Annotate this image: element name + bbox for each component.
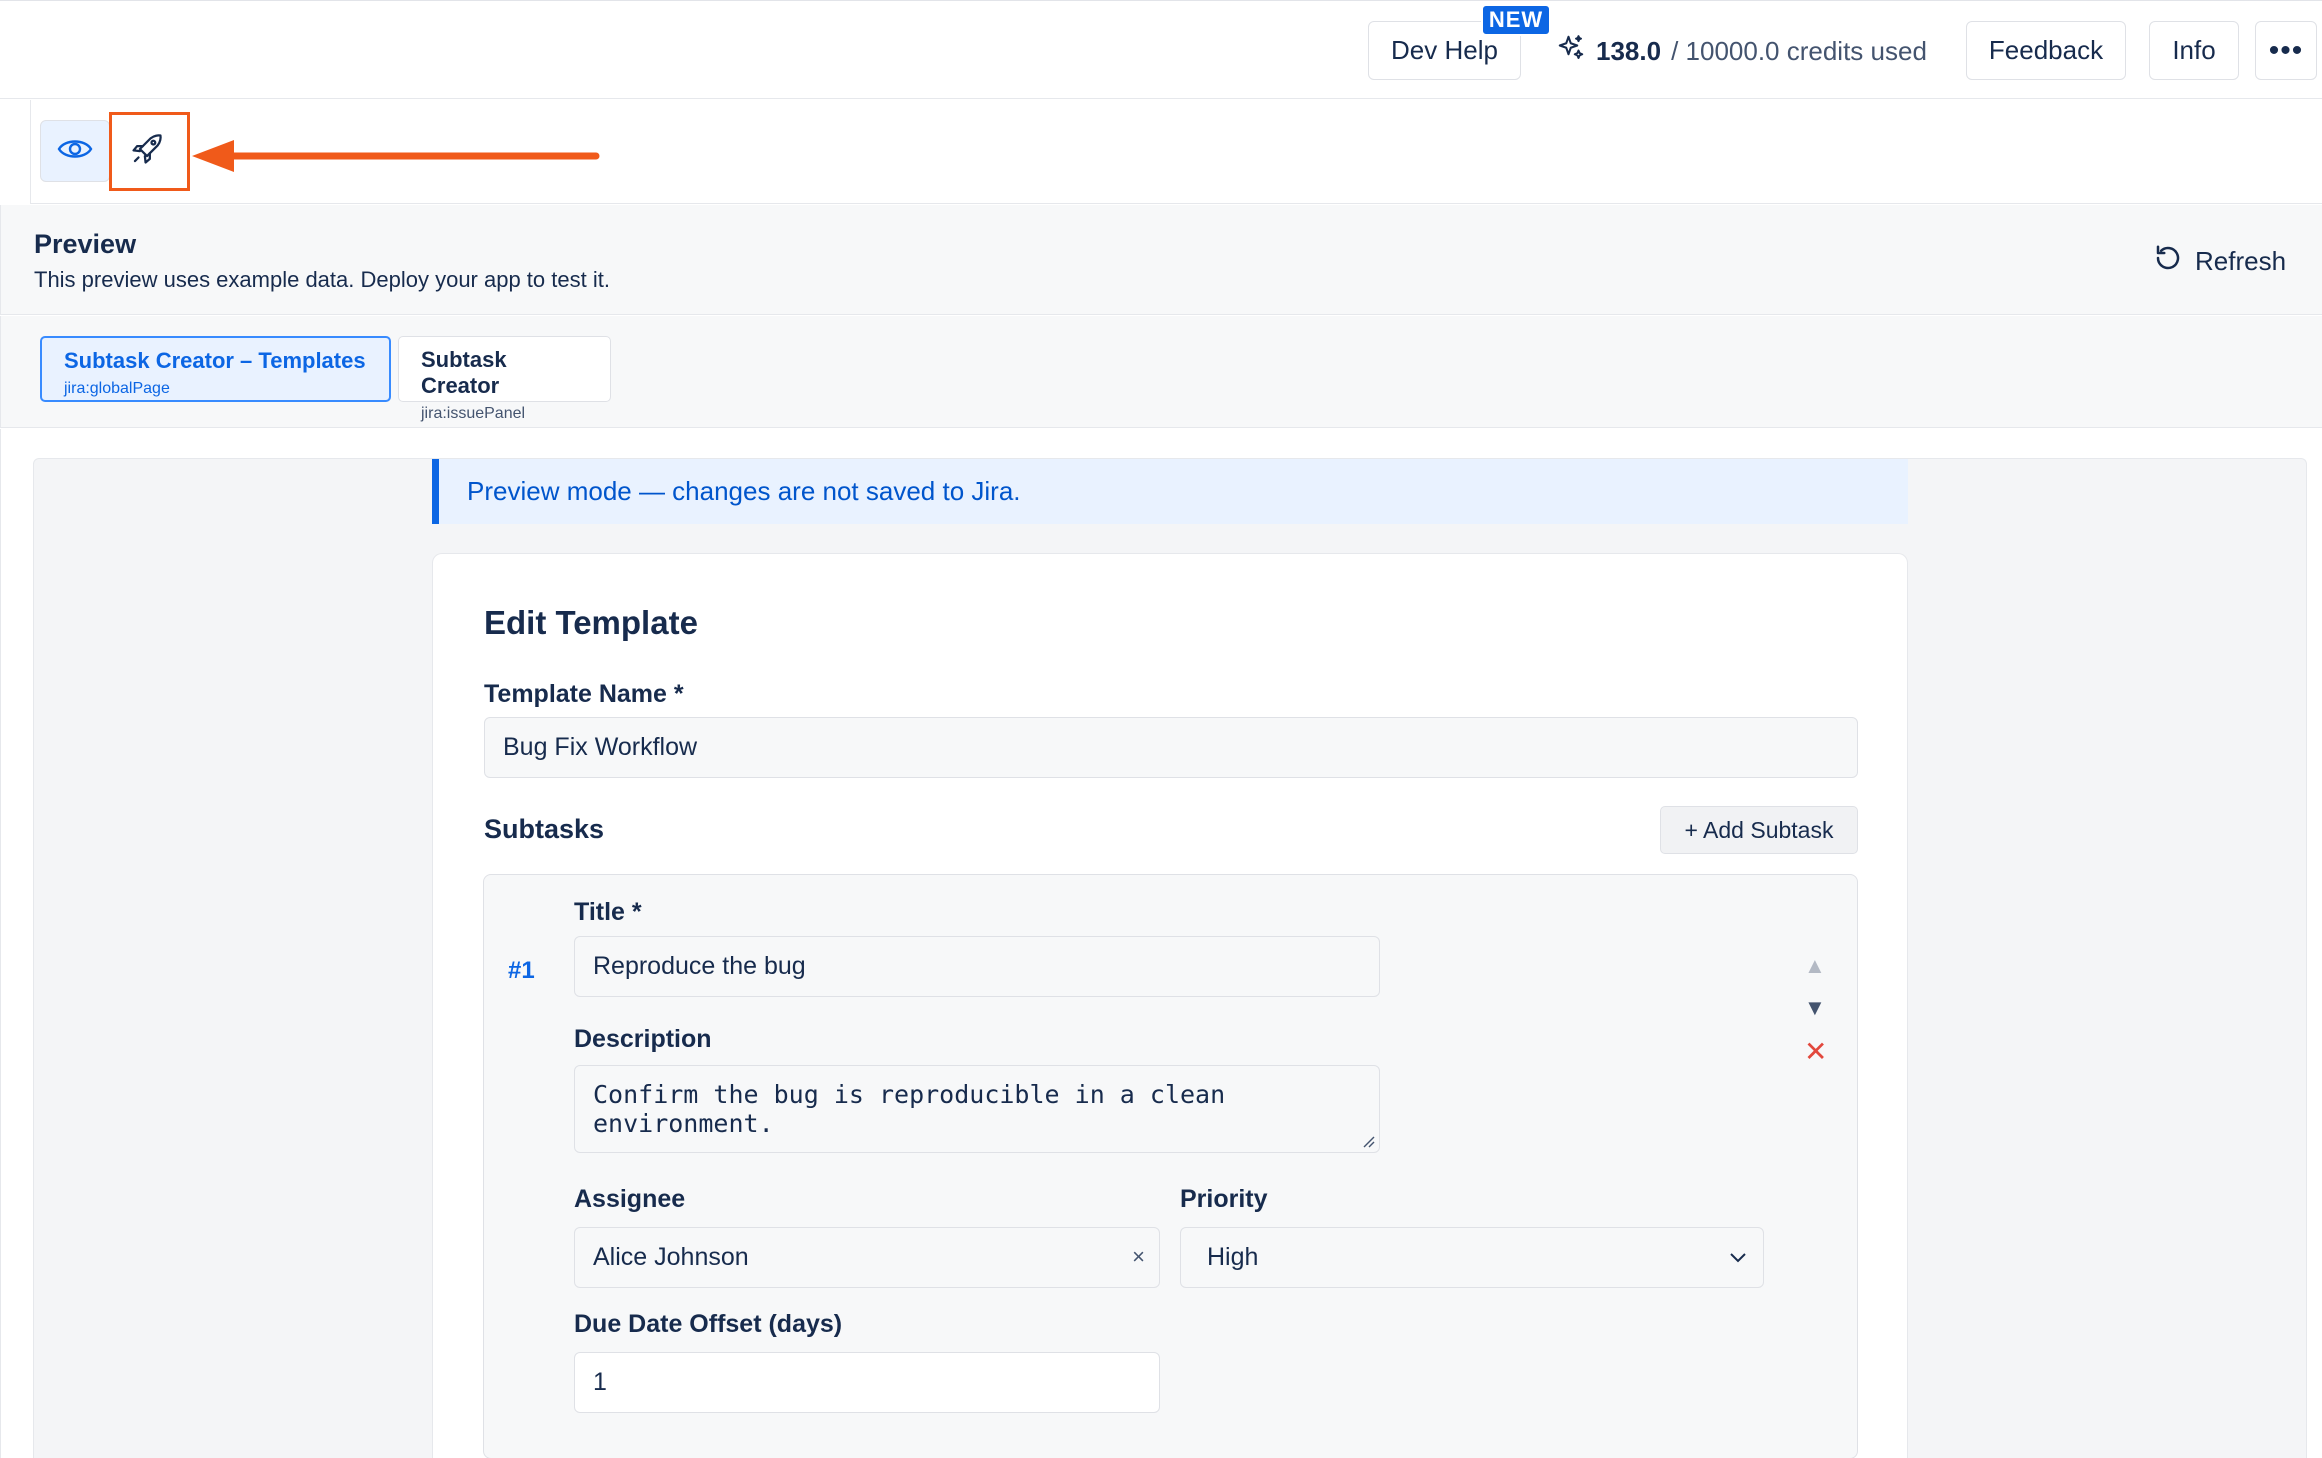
tab-module-key: jira:issuePanel xyxy=(421,405,526,422)
card-title: Edit Template xyxy=(484,604,698,641)
preview-mode-banner: Preview mode — changes are not saved to … xyxy=(432,459,1908,524)
move-up-icon[interactable]: ▲ xyxy=(1804,953,1826,979)
tab-label: Subtask Creator xyxy=(421,347,507,398)
add-subtask-button[interactable]: + Add Subtask xyxy=(1660,806,1858,854)
info-button[interactable]: Info xyxy=(2149,21,2239,80)
sparkle-icon xyxy=(1556,33,1586,70)
priority-select[interactable]: High xyxy=(1180,1227,1764,1288)
more-options-button[interactable]: ••• xyxy=(2255,21,2317,80)
priority-value: High xyxy=(1207,1243,1259,1271)
feedback-button[interactable]: Feedback xyxy=(1966,21,2126,80)
eye-icon xyxy=(57,136,93,167)
preview-title: Preview xyxy=(34,229,137,259)
feedback-label: Feedback xyxy=(1988,35,2104,65)
subtask-title-input[interactable]: Reproduce the bug xyxy=(574,936,1380,997)
deploy-highlight-box xyxy=(109,112,190,191)
chevron-down-icon xyxy=(1730,1253,1746,1263)
remove-subtask-icon[interactable]: ✕ xyxy=(1804,1035,1827,1068)
refresh-label: Refresh xyxy=(2195,246,2287,276)
top-bar: Dev Help NEW 138.0 / 10000.0 credits use… xyxy=(0,0,2322,99)
tab-label: Subtask Creator – Templates xyxy=(64,348,366,373)
edit-template-card: Edit Template Template Name * Bug Fix Wo… xyxy=(432,553,1908,1458)
assignee-select[interactable]: Alice Johnson × xyxy=(574,1227,1160,1288)
clear-assignee-icon[interactable]: × xyxy=(1132,1244,1145,1270)
refresh-icon xyxy=(2153,243,2183,280)
assignee-value: Alice Johnson xyxy=(593,1243,749,1271)
subtask-title-label: Title * xyxy=(574,898,642,926)
resize-handle-icon[interactable] xyxy=(1361,1134,1375,1148)
template-name-value: Bug Fix Workflow xyxy=(503,733,698,761)
subtask-number: #1 xyxy=(508,957,535,984)
more-icon: ••• xyxy=(2268,33,2304,67)
move-down-icon[interactable]: ▼ xyxy=(1804,995,1826,1021)
tab-global-page[interactable]: Subtask Creator – Templates jira:globalP… xyxy=(40,336,391,402)
description-label: Description xyxy=(574,1025,712,1053)
template-name-input[interactable]: Bug Fix Workflow xyxy=(484,717,1858,778)
subtask-title-value: Reproduce the bug xyxy=(593,952,806,980)
add-subtask-label: + Add Subtask xyxy=(1684,816,1834,843)
tab-issue-panel[interactable]: Subtask Creator jira:issuePanel xyxy=(398,336,611,422)
credits-indicator: 138.0 / 10000.0 credits used xyxy=(1556,31,1927,71)
description-textarea[interactable]: Confirm the bug is reproducible in a cle… xyxy=(574,1065,1380,1153)
due-offset-input[interactable]: 1 xyxy=(574,1352,1160,1413)
description-value: Confirm the bug is reproducible in a cle… xyxy=(593,1080,1226,1138)
priority-label: Priority xyxy=(1180,1185,1268,1213)
info-label: Info xyxy=(2172,35,2216,65)
subtasks-heading: Subtasks xyxy=(484,814,605,844)
due-offset-label: Due Date Offset (days) xyxy=(574,1310,843,1338)
preview-toggle-button[interactable] xyxy=(40,120,110,182)
template-name-label: Template Name * xyxy=(484,680,684,708)
preview-header: Preview This preview uses example data. … xyxy=(0,205,2322,315)
tab-module-key: jira:globalPage xyxy=(64,380,170,397)
assignee-label: Assignee xyxy=(574,1185,686,1213)
pointer-arrow xyxy=(192,140,600,172)
module-tabs: Subtask Creator – Templates jira:globalP… xyxy=(0,316,2322,428)
credits-total: / 10000.0 credits used xyxy=(1671,35,1927,66)
new-badge: NEW xyxy=(1481,4,1551,36)
due-offset-value: 1 xyxy=(593,1368,607,1396)
subtask-card: #1 Title * Reproduce the bug Description… xyxy=(483,874,1858,1458)
dev-help-label: Dev Help xyxy=(1391,35,1498,65)
preview-subtitle: This preview uses example data. Deploy y… xyxy=(34,267,610,292)
credits-used: 138.0 xyxy=(1596,35,1662,66)
refresh-button[interactable]: Refresh xyxy=(2153,243,2286,280)
